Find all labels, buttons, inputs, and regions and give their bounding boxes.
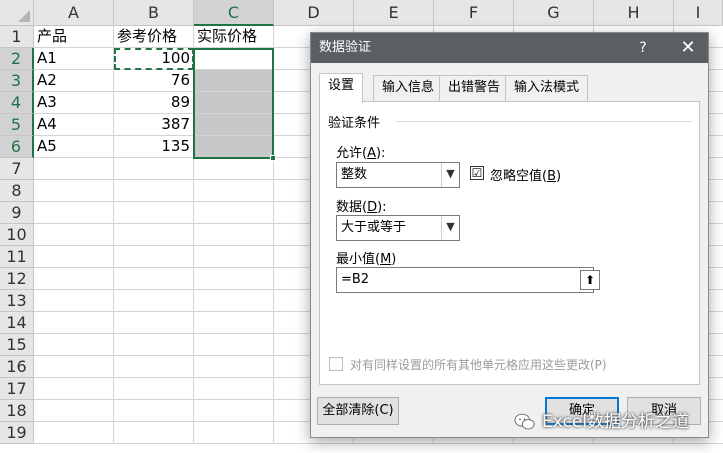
ignore-blank-label: 忽略空值(B) — [490, 169, 562, 184]
cell-a4[interactable]: A3 — [34, 92, 114, 114]
row-header-18[interactable]: 18 — [0, 400, 34, 422]
data-validation-dialog: 数据验证 ? ✕ 设置 输入信息 出错警告 输入法模式 验证条件 允许(A): … — [310, 32, 709, 438]
row-header-7[interactable]: 7 — [0, 158, 34, 180]
row-header-15[interactable]: 15 — [0, 334, 34, 356]
allow-select[interactable]: 整数 ▼ — [336, 162, 460, 188]
minimum-label: 最小值(M) — [336, 252, 397, 267]
cell-b3[interactable]: 76 — [114, 70, 194, 92]
row-header-16[interactable]: 16 — [0, 356, 34, 378]
row-header-14[interactable]: 14 — [0, 312, 34, 334]
column-header-f[interactable]: F — [434, 0, 514, 26]
cell-a1[interactable]: 产品 — [34, 26, 114, 48]
tab-error-alert[interactable]: 出错警告 — [439, 75, 510, 101]
column-header-d[interactable]: D — [274, 0, 354, 26]
column-header-h[interactable]: H — [594, 0, 674, 26]
cell-c6[interactable] — [194, 136, 274, 158]
row-header-3[interactable]: 3 — [0, 70, 34, 92]
settings-panel: 验证条件 允许(A): 整数 ▼ ☑ 忽略空值(B) 数据(D): 大于或等于 … — [319, 101, 700, 385]
row-header-19[interactable]: 19 — [0, 422, 34, 444]
row-header-11[interactable]: 11 — [0, 246, 34, 268]
column-header-i[interactable]: I — [674, 0, 723, 26]
chevron-down-icon: ▼ — [441, 163, 459, 187]
row-header-9[interactable]: 9 — [0, 202, 34, 224]
cell-c4[interactable] — [194, 92, 274, 114]
clear-all-button[interactable]: 全部清除(C) — [317, 397, 399, 425]
cell-c3[interactable] — [194, 70, 274, 92]
minimum-input[interactable]: =B2 — [336, 267, 594, 293]
select-all-corner[interactable] — [0, 0, 34, 26]
cell-c2[interactable] — [194, 48, 274, 70]
row-header-12[interactable]: 12 — [0, 268, 34, 290]
data-operator-select[interactable]: 大于或等于 ▼ — [336, 215, 460, 241]
row-header-1[interactable]: 1 — [0, 26, 34, 48]
range-collapse-icon[interactable]: ⬆ — [580, 270, 600, 290]
row-header-4[interactable]: 4 — [0, 92, 34, 114]
apply-all-label: 对有同样设置的所有其他单元格应用这些更改(P) — [350, 358, 607, 372]
cell-b5[interactable]: 387 — [114, 114, 194, 136]
tab-ime-mode[interactable]: 输入法模式 — [505, 75, 589, 101]
cell-a2[interactable]: A1 — [34, 48, 114, 70]
watermark-text: Excel数据分析之道 — [542, 412, 690, 432]
fill-handle[interactable] — [270, 155, 276, 161]
data-operator-value: 大于或等于 — [341, 220, 407, 235]
help-button[interactable]: ? — [631, 33, 655, 63]
column-header-c[interactable]: C — [194, 0, 274, 26]
watermark: Excel数据分析之道 — [514, 407, 689, 437]
row-header-2[interactable]: 2 — [0, 48, 34, 70]
validation-criteria-label: 验证条件 — [328, 116, 381, 131]
cell-b2[interactable]: 100 — [114, 48, 194, 70]
row-header-10[interactable]: 10 — [0, 224, 34, 246]
column-header-b[interactable]: B — [114, 0, 194, 26]
cell-c5[interactable] — [194, 114, 274, 136]
allow-label: 允许(A): — [336, 146, 386, 161]
dialog-title: 数据验证 — [319, 40, 372, 55]
row-header-5[interactable]: 5 — [0, 114, 34, 136]
group-divider — [396, 121, 692, 122]
wechat-icon — [514, 413, 535, 430]
ignore-blank-checkbox[interactable]: ☑ — [470, 166, 484, 180]
column-header-a[interactable]: A — [34, 0, 114, 26]
column-header-e[interactable]: E — [354, 0, 434, 26]
row-header-6[interactable]: 6 — [0, 136, 34, 158]
row-header-17[interactable]: 17 — [0, 378, 34, 400]
row-header-13[interactable]: 13 — [0, 290, 34, 312]
select-all-triangle — [18, 10, 30, 22]
dialog-titlebar[interactable]: 数据验证 ? ✕ — [311, 33, 708, 63]
column-header-g[interactable]: G — [514, 0, 594, 26]
tab-settings[interactable]: 设置 — [319, 73, 364, 103]
cell-b6[interactable]: 135 — [114, 136, 194, 158]
data-label: 数据(D): — [336, 200, 387, 215]
allow-select-value: 整数 — [341, 167, 368, 182]
cell-b4[interactable]: 89 — [114, 92, 194, 114]
close-button[interactable]: ✕ — [675, 33, 701, 63]
chevron-down-icon: ▼ — [441, 216, 459, 240]
cell-a5[interactable]: A4 — [34, 114, 114, 136]
row-header-8[interactable]: 8 — [0, 180, 34, 202]
cell-a6[interactable]: A5 — [34, 136, 114, 158]
cell-c1[interactable]: 实际价格 — [194, 26, 274, 48]
cell-a3[interactable]: A2 — [34, 70, 114, 92]
apply-all-checkbox[interactable] — [329, 357, 343, 371]
tab-input-message[interactable]: 输入信息 — [373, 75, 444, 101]
cell-b1[interactable]: 参考价格 — [114, 26, 194, 48]
